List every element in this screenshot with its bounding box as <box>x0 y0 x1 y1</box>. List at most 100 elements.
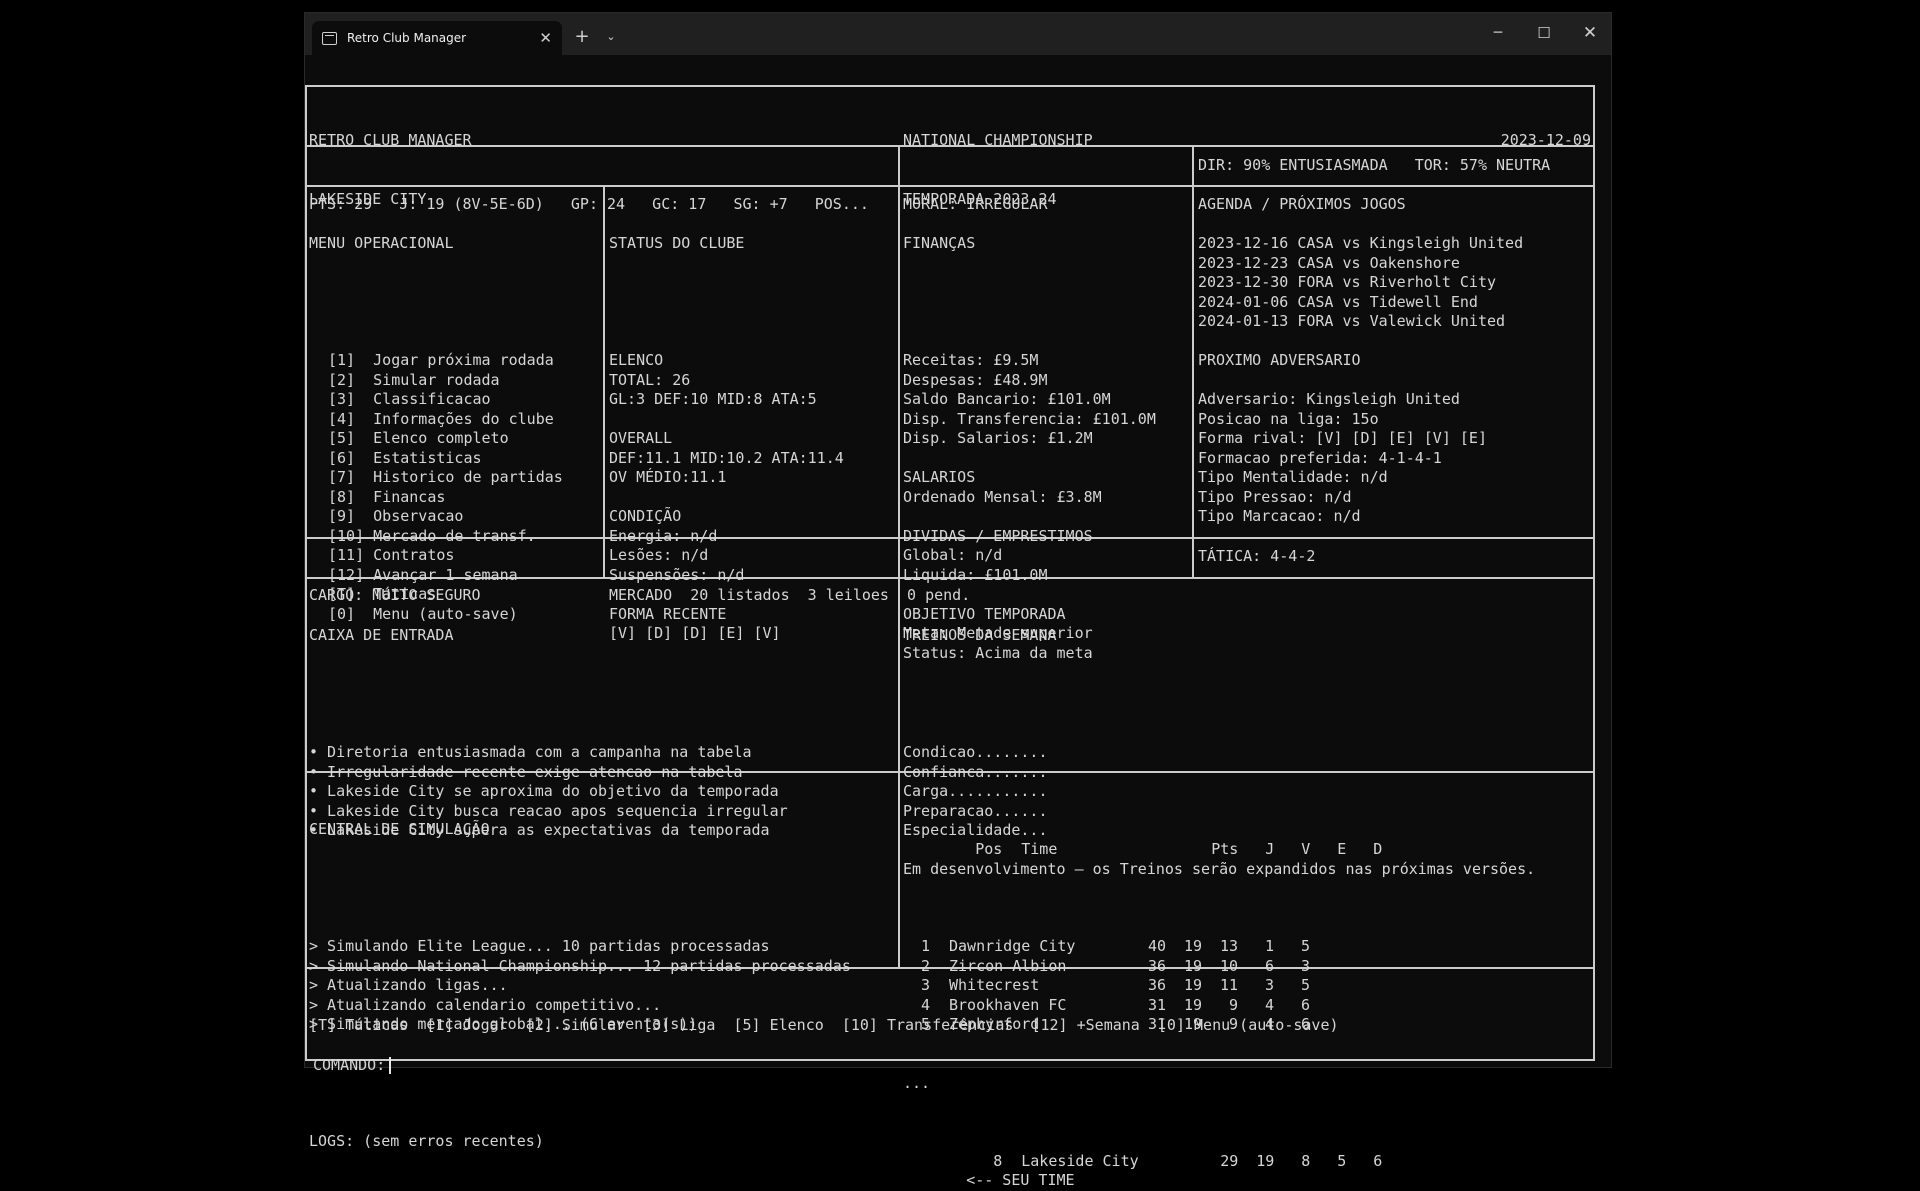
training-title: TREINOS DA SEMANA <box>903 626 1057 644</box>
maximize-icon[interactable]: ☐ <box>1521 13 1567 53</box>
cell-team: Dawnridge City <box>949 937 1076 955</box>
schedule-line: PROXIMO ADVERSARIO <box>1198 351 1361 369</box>
schedule-line: Forma rival: [V] [D] [E] [V] [E] <box>1198 429 1487 447</box>
cell-e: 1 <box>1264 937 1274 955</box>
cell-team: Lakeside City <box>1021 1151 1139 1170</box>
club-status-line: Energia: n/d <box>609 526 718 545</box>
divider <box>898 145 900 185</box>
cell-pos: 8 <box>993 1151 1003 1170</box>
menu-item[interactable]: [10] Mercado de transf. <box>309 527 601 547</box>
club-status-title: STATUS DO CLUBE <box>609 234 745 252</box>
table-row[interactable]: 1 Dawnridge City 40 19 13 1 5 <box>903 937 1591 957</box>
finance-line: SALARIOS <box>903 468 976 486</box>
cell-d: 5 <box>1300 937 1310 955</box>
prompt-label: COMANDO: <box>313 1056 386 1074</box>
schedule-line: Formacao preferida: 4-1-4-1 <box>1198 448 1442 467</box>
cell-pts: 36 <box>1147 956 1166 975</box>
board-support-text: DIR: 90% ENTUSIASMADA TOR: 57% NEUTRA <box>1198 156 1551 174</box>
simulation-log-line: > Simulando Elite League... 10 partidas … <box>309 937 770 955</box>
command-prompt[interactable]: COMANDO: <box>313 1017 1593 1115</box>
simulation-log-line: > Simulando National Championship... 12 … <box>309 956 851 975</box>
inbox-title: CAIXA DE ENTRADA <box>309 626 454 644</box>
text-cursor <box>389 1057 392 1074</box>
schedule-line: 2024-01-13 FORA vs Valewick United <box>1198 312 1506 330</box>
close-icon[interactable]: ✕ <box>539 29 552 47</box>
club-status-line: ELENCO <box>609 351 664 369</box>
logs-status: LOGS: (sem erros recentes) <box>309 1132 544 1150</box>
menu-item[interactable]: [6] Estatisticas <box>309 449 601 469</box>
schedule-line: Adversario: Kingsleigh United <box>1198 390 1460 408</box>
club-status-line <box>609 410 895 430</box>
schedule-line: 2023-12-30 FORA vs Riverholt City <box>1198 273 1497 291</box>
cell-pos: 2 <box>920 956 930 975</box>
cell-j: 19 <box>1256 1151 1275 1170</box>
col-v: V <box>1301 839 1311 858</box>
schedule-line: Posicao na liga: 15o <box>1198 409 1379 428</box>
schedule-title: AGENDA / PRÓXIMOS JOGOS <box>1198 195 1406 213</box>
club-status-line: DEF:11.1 MID:10.2 ATA:11.4 <box>609 448 844 467</box>
cell-j: 19 <box>1183 937 1202 955</box>
minimize-icon[interactable]: ─ <box>1475 13 1521 53</box>
schedule-line: Tipo Marcacao: n/d <box>1198 507 1361 525</box>
table-row[interactable]: 2 Zircon Albion 36 19 10 6 3 <box>903 957 1591 977</box>
menu-item[interactable]: [3] Classificacao <box>309 390 601 410</box>
finance-line: Disp. Salarios: £1.2M <box>903 429 1093 447</box>
cell-e: 5 <box>1337 1151 1347 1170</box>
tactic-text[interactable]: TÁTICA: 4-4-2 <box>1198 547 1591 567</box>
divider <box>603 537 605 577</box>
menu-item[interactable]: [5] Elenco completo <box>309 429 601 449</box>
schedule-line: Tipo Pressao: n/d <box>1198 487 1352 506</box>
col-team: Time <box>1021 839 1058 858</box>
menu-item[interactable]: [7] Historico de partidas <box>309 468 601 488</box>
own-team-marker: <-- SEU TIME <box>966 1171 1075 1189</box>
terminal-content[interactable]: RETRO CLUB MANAGER LAKESIDE CITY NATIONA… <box>305 55 1611 1189</box>
simulation-title: CENTRAL DE SIMULAÇÃO <box>309 820 490 838</box>
schedule-line: Tipo Mentalidade: n/d <box>1198 468 1388 486</box>
finance-line: Ordenado Mensal: £3.8M <box>903 487 1102 506</box>
training-item[interactable]: Condicao........ <box>903 743 1591 763</box>
tactic-status: TÁTICA: 4-4-2 <box>1198 547 1591 567</box>
finance-line <box>903 507 1189 527</box>
cell-v: 13 <box>1219 937 1238 955</box>
col-d: D <box>1373 839 1383 858</box>
menu-title: MENU OPERACIONAL <box>309 234 454 252</box>
training-item[interactable]: Confianca....... <box>903 763 1591 783</box>
col-j: J <box>1265 839 1275 858</box>
table-header: Pos Time Pts J V E D <box>903 820 1591 858</box>
divider <box>1192 537 1194 577</box>
chevron-down-icon[interactable]: ⌄ <box>599 23 623 49</box>
menu-item[interactable]: [1] Jogar próxima rodada <box>309 351 601 371</box>
terminal-icon <box>322 31 337 45</box>
finance-line: Saldo Bancario: £101.0M <box>903 390 1111 408</box>
inbox-message[interactable]: • Irregularidade recente exige atencao n… <box>309 763 895 783</box>
finance-line: DIVIDAS / EMPRESTIMOS <box>903 526 1093 545</box>
inbox-message[interactable]: • Diretoria entusiasmada com a campanha … <box>309 743 895 763</box>
finances-title: FINANÇAS <box>903 234 976 252</box>
schedule-line: 2023-12-16 CASA vs Kingsleigh United <box>1198 234 1524 252</box>
cell-d: 6 <box>1373 1151 1383 1170</box>
cell-v: 10 <box>1219 956 1238 975</box>
menu-item[interactable]: [8] Financas <box>309 488 601 508</box>
menu-item[interactable]: [4] Informações do clube <box>309 410 601 430</box>
finance-line <box>903 449 1189 469</box>
window-close-icon[interactable]: ✕ <box>1567 13 1613 53</box>
cell-pts: 29 <box>1220 1151 1239 1170</box>
plus-icon[interactable]: + <box>567 23 597 49</box>
board-support: DIR: 90% ENTUSIASMADA TOR: 57% NEUTRA <box>1198 156 1591 176</box>
own-team-row[interactable]: 8 Lakeside City 29 19 8 5 6 <-- SEU TIME <box>903 1132 1591 1190</box>
col-pos: Pos <box>975 839 1003 858</box>
cell-j: 19 <box>1183 956 1202 975</box>
schedule-line: 2024-01-06 CASA vs Tidewell End <box>1198 292 1478 311</box>
cell-pts: 40 <box>1147 937 1166 955</box>
tab-retro-club-manager[interactable]: Retro Club Manager ✕ <box>312 21 562 55</box>
cell-pos: 1 <box>920 937 930 955</box>
club-status-line <box>609 488 895 508</box>
cell-d: 3 <box>1300 956 1310 975</box>
menu-item[interactable]: [2] Simular rodada <box>309 371 601 391</box>
terminal-window: Retro Club Manager ✕ + ⌄ ─ ☐ ✕ RETRO CLU… <box>304 12 1612 1189</box>
current-date: 2023-12-09 <box>1500 131 1591 149</box>
menu-item[interactable]: [9] Observacao <box>309 507 601 527</box>
club-status-line: OV MÉDIO:11.1 <box>609 468 727 486</box>
title-bar: Retro Club Manager ✕ + ⌄ ─ ☐ ✕ <box>305 13 1611 55</box>
